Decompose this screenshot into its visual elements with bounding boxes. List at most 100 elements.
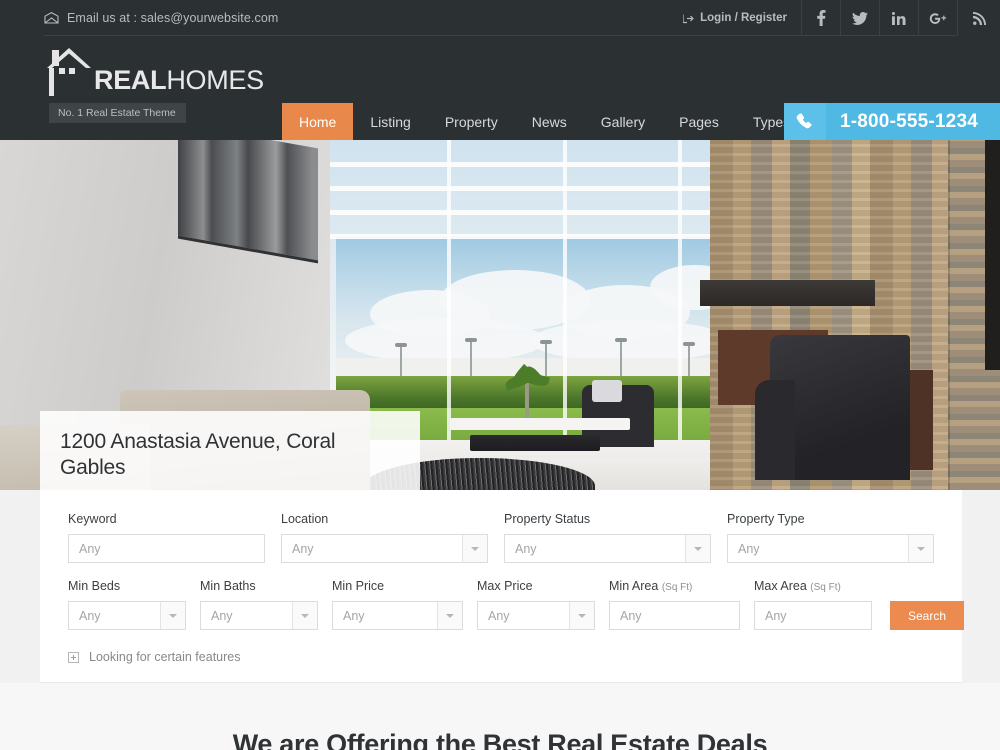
hero-lamp-post [688, 344, 690, 376]
field-min-area: Min Area (Sq Ft) [609, 579, 740, 630]
phone-block[interactable]: 1-800-555-1234 [783, 103, 1000, 140]
hero-window-blind [330, 186, 730, 191]
chevron-down-icon[interactable] [685, 535, 710, 562]
label-max-area-unit: (Sq Ft) [810, 582, 841, 593]
search-button[interactable]: Search [890, 601, 964, 630]
label-max-price: Max Price [477, 579, 533, 593]
offers-heading: We are Offering the Best Real Estate Dea… [232, 729, 768, 750]
hero-property-title: 1200 Anastasia Avenue, Coral Gables [60, 430, 336, 480]
logo-row: REALHOMES [44, 44, 264, 96]
hero-window-mullion [447, 140, 451, 490]
max-area-input-box[interactable] [754, 601, 872, 630]
label-min-price: Min Price [332, 579, 385, 593]
hero-window-blind [330, 162, 730, 167]
hero-lamp-head [615, 338, 627, 342]
label-min-area-text: Min Area [609, 579, 659, 593]
hero-dark-edge [985, 140, 1000, 370]
field-property-status: Property Status [504, 512, 711, 563]
hero-chair-cushion [592, 380, 622, 402]
label-property-type: Property Type [727, 512, 805, 526]
hero-caption: 1200 Anastasia Avenue, Coral Gables Lore… [40, 411, 420, 490]
min-price-select-box[interactable] [332, 601, 463, 630]
hero-lamp-head [540, 340, 552, 344]
logo-tagline: No. 1 Real Estate Theme [49, 103, 186, 123]
location-select-box[interactable] [281, 534, 488, 563]
label-min-area-unit: (Sq Ft) [661, 582, 693, 593]
chevron-down-icon[interactable] [292, 602, 317, 629]
min-baths-select-input[interactable] [201, 602, 292, 629]
nav-item-gallery[interactable]: Gallery [584, 103, 662, 140]
search-row-1: Keyword Location Property Status [68, 512, 934, 563]
field-min-baths: Min Baths [200, 579, 318, 630]
hero-window-mullion [678, 140, 682, 490]
chevron-down-icon[interactable] [908, 535, 933, 562]
label-min-baths: Min Baths [200, 579, 256, 593]
chevron-down-icon[interactable] [437, 602, 462, 629]
nav-item-home[interactable]: Home [282, 103, 354, 140]
label-property-status: Property Status [504, 512, 591, 526]
hero-lamp-post [620, 340, 622, 376]
chevron-down-icon[interactable] [462, 535, 487, 562]
max-area-input[interactable] [755, 602, 871, 629]
facebook-icon[interactable] [802, 0, 841, 36]
hero-lamp-post [470, 340, 472, 376]
top-bar-left: Email us at : sales@yourwebsite.com [0, 11, 278, 25]
twitter-icon[interactable] [841, 0, 880, 36]
linkedin-icon[interactable] [880, 0, 919, 36]
location-select-input[interactable] [282, 535, 462, 562]
phone-handset-icon [783, 103, 826, 140]
min-price-select-input[interactable] [333, 602, 437, 629]
max-price-select-input[interactable] [478, 602, 569, 629]
chevron-down-icon[interactable] [569, 602, 594, 629]
field-location: Location [281, 512, 488, 563]
login-register-link[interactable]: Login / Register [673, 0, 802, 36]
field-keyword: Keyword [68, 512, 265, 563]
hero-lamp-post [545, 342, 547, 376]
rss-icon[interactable] [958, 0, 1000, 36]
hero-window-blind [330, 234, 730, 239]
nav-item-property[interactable]: Property [428, 103, 515, 140]
label-min-beds: Min Beds [68, 579, 121, 593]
field-search-action: Search [890, 601, 964, 630]
hero-lamp-head [395, 343, 407, 347]
hero-window-blind [330, 210, 730, 215]
min-area-input-box[interactable] [609, 601, 740, 630]
login-arrow-icon [683, 13, 694, 24]
hero-cloud [530, 320, 730, 362]
looking-for-features-toggle[interactable]: Looking for certain features [68, 650, 934, 664]
offers-section: We are Offering the Best Real Estate Dea… [0, 683, 1000, 750]
label-keyword: Keyword [68, 512, 117, 526]
hero-armchair-right-arm [755, 380, 795, 480]
max-price-select-box[interactable] [477, 601, 595, 630]
googleplus-icon[interactable] [919, 0, 958, 36]
plus-box-icon [68, 651, 79, 663]
property-status-select-input[interactable] [505, 535, 685, 562]
property-type-select-box[interactable] [727, 534, 934, 563]
field-max-area: Max Area (Sq Ft) [754, 579, 872, 630]
keyword-input-box[interactable] [68, 534, 265, 563]
field-property-type: Property Type [727, 512, 934, 563]
top-bar-right: Login / Register [673, 0, 1000, 36]
property-type-select-input[interactable] [728, 535, 908, 562]
logo-secondary: HOMES [166, 65, 264, 95]
hero-slider: 1200 Anastasia Avenue, Coral Gables Lore… [0, 140, 1000, 490]
min-beds-select-box[interactable] [68, 601, 186, 630]
logo-block[interactable]: REALHOMES No. 1 Real Estate Theme [44, 44, 264, 123]
field-max-price: Max Price [477, 579, 595, 630]
logo-primary: REAL [94, 65, 167, 95]
search-row-2: Min Beds Min Baths Min Price [68, 579, 964, 630]
nav-item-news[interactable]: News [515, 103, 584, 140]
property-status-select-box[interactable] [504, 534, 711, 563]
field-min-price: Min Price [332, 579, 463, 630]
search-panel-wrap: Keyword Location Property Status [0, 490, 1000, 683]
property-search-panel: Keyword Location Property Status [40, 490, 964, 683]
hero-fireplace-mantel [700, 280, 875, 306]
min-beds-select-input[interactable] [69, 602, 160, 629]
keyword-input[interactable] [69, 535, 264, 562]
chevron-down-icon[interactable] [160, 602, 185, 629]
min-area-input[interactable] [610, 602, 739, 629]
nav-item-pages[interactable]: Pages [662, 103, 736, 140]
login-register-label: Login / Register [700, 12, 787, 24]
nav-item-listing[interactable]: Listing [353, 103, 427, 140]
min-baths-select-box[interactable] [200, 601, 318, 630]
